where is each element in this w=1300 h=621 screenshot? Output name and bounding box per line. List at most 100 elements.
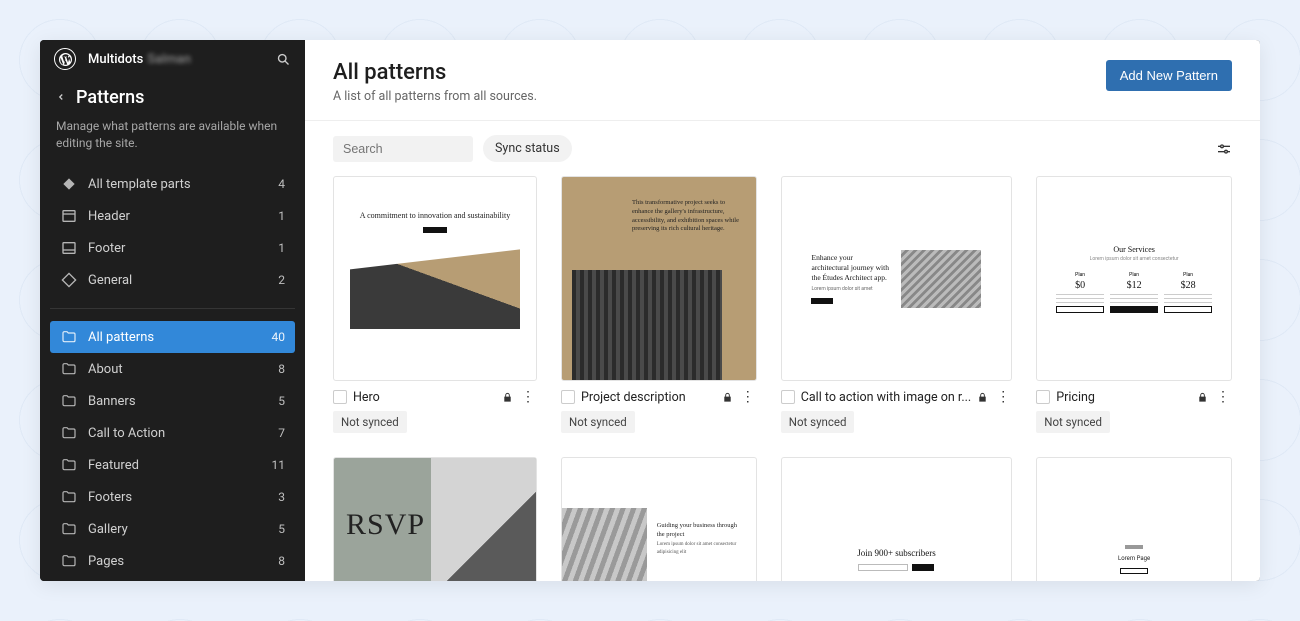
nav-group-template-parts: All template parts 4 Header 1 Footer 1 G… bbox=[40, 164, 305, 300]
folder-icon bbox=[60, 520, 78, 538]
nav-label: Footer bbox=[88, 241, 269, 256]
nav-count: 5 bbox=[269, 394, 285, 408]
search-icon[interactable] bbox=[276, 52, 291, 67]
sync-status-filter[interactable]: Sync status bbox=[483, 135, 572, 162]
back-chevron-icon[interactable] bbox=[56, 92, 66, 102]
lock-icon bbox=[977, 392, 988, 403]
sync-status-badge: Not synced bbox=[561, 411, 635, 433]
diamond-icon bbox=[60, 175, 78, 193]
select-checkbox[interactable] bbox=[561, 390, 575, 404]
nav-label: About bbox=[88, 362, 269, 377]
nav-count: 7 bbox=[269, 426, 285, 440]
nav-label: All template parts bbox=[88, 177, 269, 192]
nav-count: 1 bbox=[269, 241, 285, 255]
toolbar: Sync status bbox=[305, 121, 1260, 174]
pattern-card[interactable]: Lorem Page bbox=[1036, 457, 1232, 581]
sidebar-item-pages[interactable]: Pages 8 bbox=[50, 545, 295, 577]
pattern-title: Hero bbox=[353, 390, 496, 405]
folder-icon bbox=[60, 552, 78, 570]
sidebar-item-featured[interactable]: Featured 11 bbox=[50, 449, 295, 481]
sidebar-description: Manage what patterns are available when … bbox=[40, 112, 305, 165]
more-actions-icon[interactable]: ⋮ bbox=[739, 389, 757, 405]
search-input[interactable] bbox=[343, 142, 504, 156]
select-checkbox[interactable] bbox=[1036, 390, 1050, 404]
nav-count: 5 bbox=[269, 522, 285, 536]
sidebar-item-all-template-parts[interactable]: All template parts 4 bbox=[50, 168, 295, 200]
select-checkbox[interactable] bbox=[781, 390, 795, 404]
nav-label: Header bbox=[88, 209, 269, 224]
sidebar-item-banners[interactable]: Banners 5 bbox=[50, 385, 295, 417]
site-name: MultidotsSalman bbox=[88, 52, 191, 67]
sidebar-item-footers[interactable]: Footers 3 bbox=[50, 481, 295, 513]
header-icon bbox=[60, 207, 78, 225]
patterns-grid: A commitment to innovation and sustainab… bbox=[305, 174, 1260, 581]
sidebar-item-header[interactable]: Header 1 bbox=[50, 200, 295, 232]
sync-status-badge: Not synced bbox=[333, 411, 407, 433]
folder-icon bbox=[60, 328, 78, 346]
nav-label: General bbox=[88, 273, 269, 288]
search-box[interactable] bbox=[333, 136, 473, 162]
pattern-card[interactable]: Guiding your business through the projec… bbox=[561, 457, 757, 581]
sidebar-item-gallery[interactable]: Gallery 5 bbox=[50, 513, 295, 545]
nav-label: Featured bbox=[88, 458, 269, 473]
pattern-title: Project description bbox=[581, 390, 716, 405]
lock-icon bbox=[502, 392, 513, 403]
sidebar-item-about[interactable]: About 8 bbox=[50, 353, 295, 385]
nav-count: 3 bbox=[269, 490, 285, 504]
pattern-card[interactable]: RSVP bbox=[333, 457, 537, 581]
pattern-card[interactable]: A commitment to innovation and sustainab… bbox=[333, 176, 537, 433]
nav-label: Gallery bbox=[88, 522, 269, 537]
folder-icon bbox=[60, 392, 78, 410]
pattern-title: Call to action with image on r... bbox=[801, 390, 971, 405]
sidebar-item-footer[interactable]: Footer 1 bbox=[50, 232, 295, 264]
sidebar-topbar: MultidotsSalman bbox=[40, 40, 305, 79]
pattern-card[interactable]: This transformative project seeks to enh… bbox=[561, 176, 757, 433]
page-title: All patterns bbox=[333, 60, 537, 85]
sidebar-item-all-patterns[interactable]: All patterns 40 bbox=[50, 321, 295, 353]
more-actions-icon[interactable]: ⋮ bbox=[519, 389, 537, 405]
nav-separator bbox=[50, 308, 295, 309]
folder-icon bbox=[60, 360, 78, 378]
sidebar-item-general[interactable]: General 2 bbox=[50, 264, 295, 296]
nav-count: 1 bbox=[269, 209, 285, 223]
sync-status-badge: Not synced bbox=[1036, 411, 1110, 433]
main-header: All patterns A list of all patterns from… bbox=[305, 40, 1260, 121]
pattern-card[interactable]: Join 900+ subscribers bbox=[781, 457, 1012, 581]
pattern-title: Pricing bbox=[1056, 390, 1191, 405]
more-actions-icon[interactable]: ⋮ bbox=[1214, 389, 1232, 405]
nav-label: Banners bbox=[88, 394, 269, 409]
main-content: All patterns A list of all patterns from… bbox=[305, 40, 1260, 581]
pattern-card[interactable]: Enhance your architectural journey with … bbox=[781, 176, 1012, 433]
sidebar: MultidotsSalman Patterns Manage what pat… bbox=[40, 40, 305, 581]
sync-status-badge: Not synced bbox=[781, 411, 855, 433]
lock-icon bbox=[1197, 392, 1208, 403]
lock-icon bbox=[722, 392, 733, 403]
wordpress-logo-icon[interactable] bbox=[54, 48, 76, 70]
nav-count: 2 bbox=[269, 273, 285, 287]
more-actions-icon[interactable]: ⋮ bbox=[994, 389, 1012, 405]
sidebar-item-call-to-action[interactable]: Call to Action 7 bbox=[50, 417, 295, 449]
nav-count: 40 bbox=[269, 330, 285, 344]
app-window: MultidotsSalman Patterns Manage what pat… bbox=[40, 40, 1260, 581]
add-new-pattern-button[interactable]: Add New Pattern bbox=[1106, 60, 1232, 91]
nav-group-categories: All patterns 40 About 8 Banners 5 Call t… bbox=[40, 317, 305, 581]
nav-count: 11 bbox=[269, 458, 285, 472]
pattern-card[interactable]: Our ServicesLorem ipsum dolor sit amet c… bbox=[1036, 176, 1232, 433]
nav-label: Call to Action bbox=[88, 426, 269, 441]
sidebar-heading: Patterns bbox=[40, 79, 305, 112]
nav-count: 4 bbox=[269, 177, 285, 191]
nav-count: 8 bbox=[269, 554, 285, 568]
general-icon bbox=[60, 271, 78, 289]
sidebar-title: Patterns bbox=[76, 87, 144, 108]
nav-label: All patterns bbox=[88, 330, 269, 345]
nav-label: Footers bbox=[88, 490, 269, 505]
nav-count: 8 bbox=[269, 362, 285, 376]
view-options-icon[interactable] bbox=[1216, 141, 1232, 157]
folder-icon bbox=[60, 424, 78, 442]
footer-icon bbox=[60, 239, 78, 257]
nav-label: Pages bbox=[88, 554, 269, 569]
select-checkbox[interactable] bbox=[333, 390, 347, 404]
folder-icon bbox=[60, 488, 78, 506]
page-subtitle: A list of all patterns from all sources. bbox=[333, 89, 537, 104]
folder-icon bbox=[60, 456, 78, 474]
